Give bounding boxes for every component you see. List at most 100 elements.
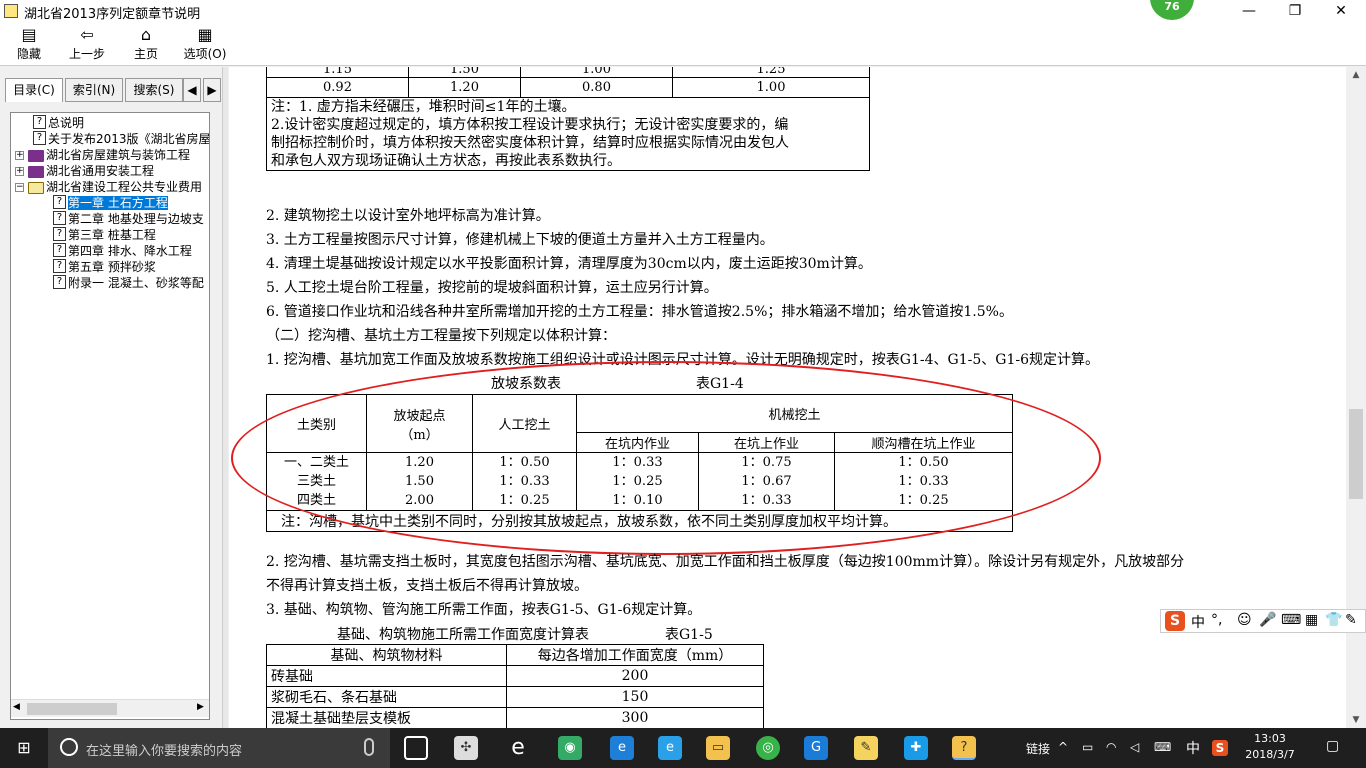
tree-item-chapter3[interactable]: ? 第三章 桩基工程 <box>53 227 156 243</box>
tree-item-chapter2[interactable]: ? 第二章 地基处理与边坡支 <box>53 211 204 227</box>
ie-browser-icon[interactable]: e <box>506 736 530 760</box>
scroll-thumb[interactable] <box>1349 409 1363 499</box>
tab-toc[interactable]: 目录(C) <box>5 78 63 102</box>
puzzle-app-icon[interactable]: ✚ <box>904 736 928 760</box>
scroll-down-icon[interactable]: ▼ <box>1346 712 1366 728</box>
scroll-left-icon[interactable]: ◀ <box>13 702 20 712</box>
tab-scroll-left-icon[interactable]: ◀ <box>183 78 201 102</box>
keyboard-icon[interactable]: ⌨ <box>1281 612 1301 628</box>
tree-item-notice[interactable]: ? 关于发布2013版《湖北省房屋 <box>33 131 209 147</box>
tree-item-installation[interactable]: + 湖北省通用安装工程 <box>15 163 154 179</box>
help-page-icon: ? <box>53 275 66 289</box>
360-browser-icon[interactable]: ◎ <box>756 736 780 760</box>
tree-horizontal-scrollbar[interactable]: ◀ ▶ <box>11 699 209 717</box>
help-page-icon: ? <box>53 243 66 257</box>
microphone-icon[interactable]: 🎤 <box>1259 612 1276 628</box>
tree-item-chapter4[interactable]: ? 第四章 排水、降水工程 <box>53 243 192 259</box>
help-page-icon: ? <box>53 259 66 273</box>
sogou-browser-icon[interactable]: G <box>804 736 828 760</box>
notification-icon[interactable]: ▢ <box>1326 738 1339 754</box>
paragraph: 3. 基础、构筑物、管沟施工所需工作面，按表G1-5、G1-6规定计算。 <box>266 602 702 618</box>
tree-item-chapter1[interactable]: ? 第一章 土石方工程 <box>53 195 168 211</box>
paragraph: 2. 挖沟槽、基坑需支挡土板时，其宽度包括图示沟槽、基坑底宽、加宽工作面和挡土板… <box>266 554 1185 570</box>
collapse-icon[interactable]: − <box>15 183 24 192</box>
expand-icon[interactable]: + <box>15 167 24 176</box>
windows-start-icon[interactable]: ⊞ <box>0 728 48 768</box>
table-code: 表G1-4 <box>696 376 744 392</box>
tray-expand-icon[interactable]: ^ <box>1058 740 1068 754</box>
keyboard-icon[interactable]: ⌨ <box>1154 740 1171 754</box>
links-label[interactable]: 链接 <box>1026 740 1050 757</box>
home-label: 主页 <box>133 47 158 61</box>
tree-item-chapter5[interactable]: ? 第五章 预拌砂浆 <box>53 259 156 275</box>
home-button[interactable]: ⌂ 主页 <box>117 25 175 65</box>
chrome-like-icon[interactable]: ◉ <box>558 736 582 760</box>
score-badge[interactable]: 76 <box>1150 0 1194 20</box>
paragraph: 3. 土方工程量按图示尺寸计算，修建机械上下坡的便道土方量并入土方工程量内。 <box>266 232 774 248</box>
table-code: 表G1-5 <box>665 627 713 643</box>
tree-item-appendix1[interactable]: ? 附录一 混凝土、砂浆等配 <box>53 275 204 291</box>
navigation-pane: 目录(C) 索引(N) 搜索(S) ◀ ▶ ? 总说明 ? 关于发布2013版《湖北… <box>0 67 222 728</box>
paragraph: 5. 人工挖土堤台阶工程量，按挖前的堤坡斜面积计算，运土应另行计算。 <box>266 280 718 296</box>
back-button[interactable]: ⇦ 上一步 <box>58 25 116 65</box>
ime-punct-toggle[interactable]: °, <box>1211 612 1222 628</box>
toolbar: ▤ 隐藏 ⇦ 上一步 ⌂ 主页 ▦ 选项(O) <box>0 22 1366 66</box>
title-bar[interactable]: 湖北省2013序列定额章节说明 76 — ❐ ✕ <box>0 0 1366 22</box>
scroll-thumb[interactable] <box>27 703 117 715</box>
help-page-icon: ? <box>53 211 66 225</box>
notes-app-icon[interactable]: ✎ <box>854 736 878 760</box>
hide-button[interactable]: ▤ 隐藏 <box>0 25 58 65</box>
ime-lang-toggle[interactable]: 中 <box>1191 612 1205 632</box>
grid-icon[interactable]: ▦ <box>1305 612 1318 628</box>
scroll-right-icon[interactable]: ▶ <box>197 702 204 712</box>
volume-icon[interactable]: ◁ <box>1130 740 1139 754</box>
back-arrow-icon: ⇦ <box>80 25 94 44</box>
scroll-up-icon[interactable]: ▲ <box>1346 67 1366 83</box>
slope-factor-table: 土类别 放坡起点 （m） 人工挖土 机械挖土 在坑内作业 在坑上作业 顺沟槽在坑上… <box>266 394 1013 532</box>
settings-icon[interactable]: ✎ <box>1345 612 1357 628</box>
search-placeholder: 在这里输入你要搜索的内容 <box>86 744 243 759</box>
minimize-button[interactable]: — <box>1226 0 1272 22</box>
tab-scroll-right-icon[interactable]: ▶ <box>203 78 221 102</box>
date: 2018/3/7 <box>1245 748 1295 761</box>
clock[interactable]: 13:03 2018/3/7 <box>1240 731 1300 763</box>
network-icon[interactable]: ▭ <box>1082 740 1093 754</box>
options-label: 选项(O) <box>183 47 227 61</box>
hide-pane-icon: ▤ <box>21 25 37 44</box>
help-page-icon: ? <box>53 227 66 241</box>
ime-toolbar[interactable]: S 中 °, ☺ 🎤 ⌨ ▦ 👕 ✎ <box>1160 609 1366 633</box>
options-button[interactable]: ▦ 选项(O) <box>176 25 234 65</box>
tree-item-public[interactable]: − 湖北省建设工程公共专业费用 <box>15 179 202 195</box>
task-view-icon[interactable] <box>404 736 428 760</box>
pane-splitter[interactable] <box>222 67 228 728</box>
wifi-icon[interactable]: ◠ <box>1106 740 1116 754</box>
ime-lang-indicator[interactable]: 中 <box>1186 738 1200 758</box>
table-caption: 放坡系数表 <box>491 376 561 392</box>
file-explorer-icon[interactable]: ▭ <box>706 736 730 760</box>
book-icon <box>28 149 44 162</box>
tab-search[interactable]: 搜索(S) <box>125 78 183 102</box>
close-button[interactable]: ✕ <box>1318 0 1364 22</box>
skin-icon[interactable]: 👕 <box>1325 612 1342 628</box>
workspace-width-table: 基础、构筑物材料 每边各增加工作面宽度（mm） 砖基础 200 浆砌毛石、条石基础 1… <box>266 644 764 728</box>
expand-icon[interactable]: + <box>15 151 24 160</box>
ie-blue-icon[interactable]: e <box>658 736 682 760</box>
paragraph: 6. 管道接口作业坑和沿线各种井室所需增加开挖的土方工程量：排水管道按2.5%；… <box>266 304 1013 320</box>
taskbar-search[interactable]: 在这里输入你要搜索的内容 <box>48 728 390 768</box>
toc-tree[interactable]: ? 总说明 ? 关于发布2013版《湖北省房屋 + 湖北省房屋建筑与装饰工程 + 湖北省… <box>10 112 210 720</box>
tree-item-building[interactable]: + 湖北省房屋建筑与装饰工程 <box>15 147 190 163</box>
book-icon <box>28 165 44 178</box>
fan-app-icon[interactable]: ✣ <box>454 736 478 760</box>
restore-button[interactable]: ❐ <box>1272 0 1318 22</box>
emoji-icon[interactable]: ☺ <box>1237 612 1252 628</box>
time: 13:03 <box>1254 732 1286 745</box>
tab-index[interactable]: 索引(N) <box>65 78 123 102</box>
sogou-tray-icon[interactable]: S <box>1212 740 1228 756</box>
section-heading: （二）挖沟槽、基坑土方工程量按下列规定以体积计算： <box>266 328 616 344</box>
chm-help-icon[interactable]: ? <box>952 736 976 760</box>
edge-browser-icon[interactable]: e <box>610 736 634 760</box>
tree-item-general[interactable]: ? 总说明 <box>33 115 84 131</box>
sogou-logo-icon[interactable]: S <box>1165 611 1185 631</box>
table-caption: 基础、构筑物施工所需工作面宽度计算表 <box>337 627 589 643</box>
microphone-icon[interactable] <box>364 738 374 756</box>
